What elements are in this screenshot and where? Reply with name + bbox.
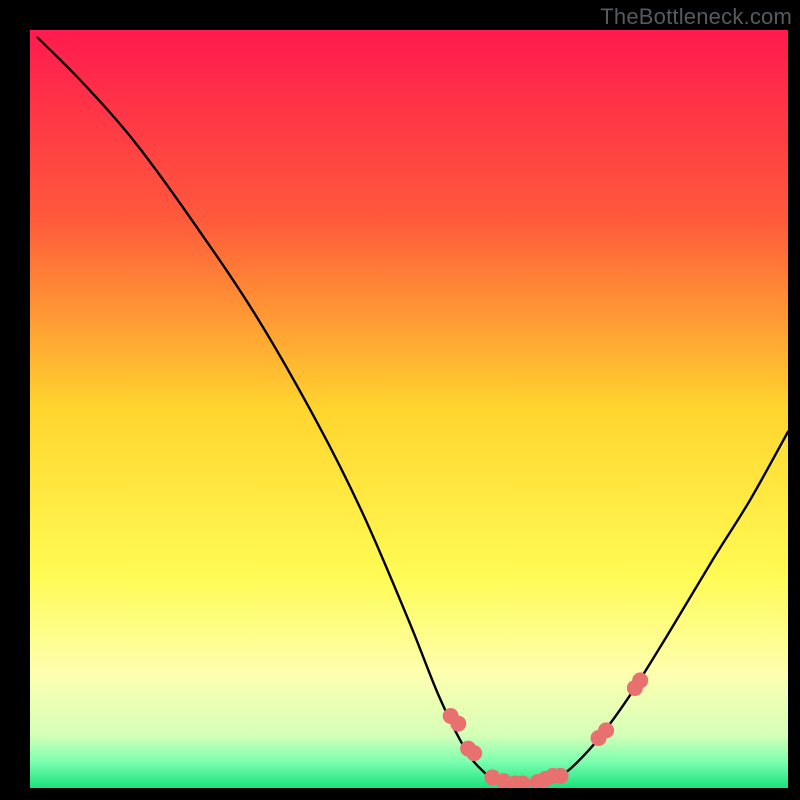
chart-frame: TheBottleneck.com	[0, 0, 800, 800]
watermark-text: TheBottleneck.com	[600, 4, 792, 30]
curve-marker	[450, 716, 466, 732]
bottleneck-curve-plot	[0, 0, 800, 800]
plot-background	[30, 30, 788, 788]
curve-marker	[632, 672, 648, 688]
curve-marker	[553, 768, 569, 784]
curve-marker	[515, 775, 531, 791]
curve-marker	[598, 722, 614, 738]
curve-marker	[466, 745, 482, 761]
